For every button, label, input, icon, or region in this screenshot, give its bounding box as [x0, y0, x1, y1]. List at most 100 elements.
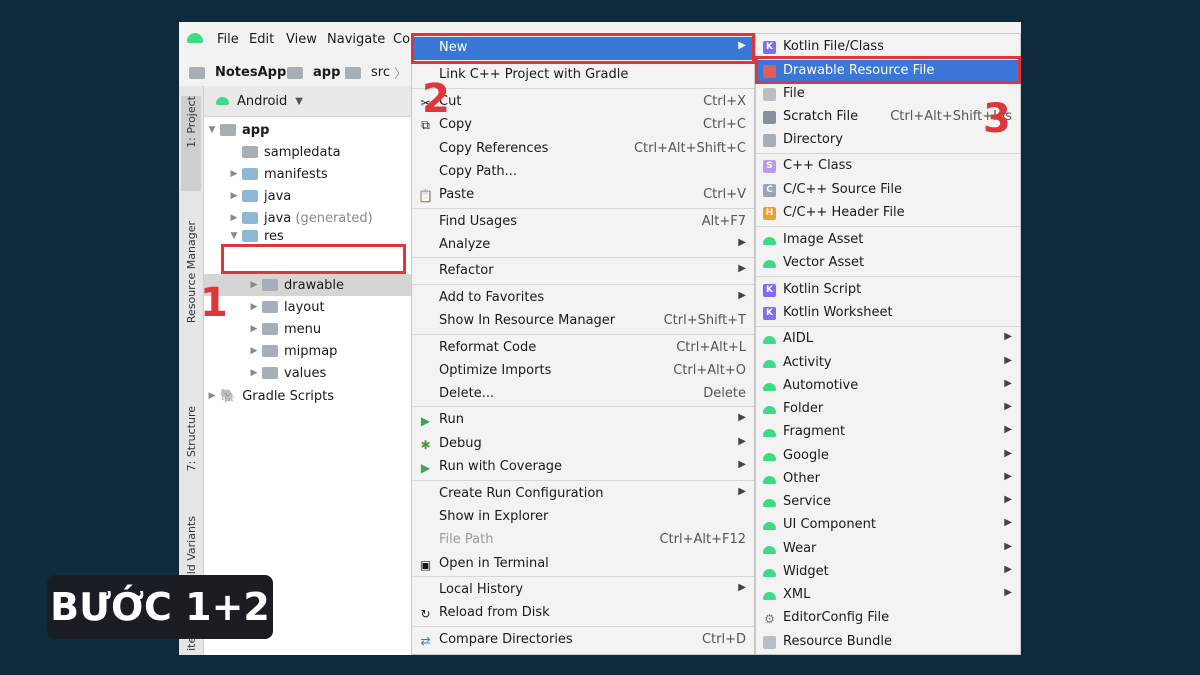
new-submenu-item[interactable]: Directory — [756, 129, 1020, 152]
menu-view[interactable]: View — [286, 32, 317, 47]
file-type-icon: S — [762, 159, 777, 174]
tab-structure[interactable]: 7: Structure — [181, 406, 201, 491]
submenu-arrow-icon: ▶ — [738, 436, 746, 447]
new-submenu-item[interactable]: XML ▶ — [756, 584, 1020, 607]
submenu-arrow-icon: ▶ — [738, 290, 746, 301]
menu-code[interactable]: Co — [393, 32, 410, 47]
context-menu-item[interactable]: Link C++ Project with Gradle — [412, 64, 754, 87]
new-submenu-item[interactable]: AIDL ▶ — [756, 328, 1020, 351]
step-number-3: 3 — [983, 96, 1011, 142]
menu-edit[interactable]: Edit — [249, 32, 274, 47]
context-menu-item[interactable]: ▶ Run with Coverage ▶ — [412, 456, 754, 479]
context-menu-item[interactable]: ⧉ Copy Ctrl+C — [412, 114, 754, 137]
collapsed-arrow-icon: ▶ — [250, 346, 258, 356]
menu-item-label: XML — [783, 587, 811, 602]
annotation-box-drawable-resource-file — [755, 56, 1021, 84]
context-menu-item[interactable]: Show in Explorer — [412, 506, 754, 529]
folder-icon — [262, 323, 278, 335]
tree-node-gradle-scripts[interactable]: ▶ 🐘 Gradle Scripts — [204, 385, 335, 407]
context-menu-item[interactable]: Analyze ▶ — [412, 234, 754, 257]
submenu-arrow-icon: ▶ — [1004, 424, 1012, 435]
menu-item-label: C++ Class — [783, 158, 853, 173]
new-submenu-item[interactable]: Scratch File Ctrl+Alt+Shift+Ins — [756, 106, 1020, 129]
menu-file[interactable]: File — [217, 32, 239, 47]
context-menu-item[interactable]: ✱ Debug ▶ — [412, 433, 754, 456]
collapsed-arrow-icon: ▶ — [230, 213, 238, 223]
tree-node-res[interactable]: ▼ res — [226, 229, 284, 243]
context-menu-item[interactable]: Local History ▶ — [412, 579, 754, 602]
new-submenu-item[interactable]: Activity ▶ — [756, 352, 1020, 375]
new-submenu-item[interactable]: Automotive ▶ — [756, 375, 1020, 398]
breadcrumb-src[interactable]: src 〉 — [345, 63, 407, 82]
new-submenu-item[interactable]: Other ▶ — [756, 468, 1020, 491]
new-submenu-item[interactable]: File — [756, 83, 1020, 106]
menu-item-icon — [418, 487, 433, 502]
tree-node-drawable[interactable]: ▶ drawable — [204, 274, 412, 296]
tree-node-sampledata[interactable]: sampledata — [226, 141, 341, 163]
context-menu-item[interactable]: Refactor ▶ — [412, 260, 754, 283]
new-submenu-item[interactable]: Service ▶ — [756, 491, 1020, 514]
new-submenu-item[interactable]: Image Asset — [756, 229, 1020, 252]
new-submenu-item[interactable]: Wear ▶ — [756, 538, 1020, 561]
menu-item-label: Folder — [783, 401, 824, 416]
collapsed-arrow-icon: ▶ — [208, 391, 216, 401]
context-menu-item[interactable]: Delete... Delete — [412, 383, 754, 406]
new-submenu-item[interactable]: Widget ▶ — [756, 561, 1020, 584]
new-submenu-item[interactable]: H C/C++ Header File — [756, 202, 1020, 225]
context-menu-item[interactable]: ⇄ Compare Directories Ctrl+D — [412, 629, 754, 652]
tree-node-values[interactable]: ▶ values — [246, 362, 327, 384]
context-menu-item[interactable]: 📋 Paste Ctrl+V — [412, 184, 754, 207]
tree-node-layout[interactable]: ▶ layout — [246, 296, 325, 318]
new-submenu-item[interactable]: Folder ▶ — [756, 398, 1020, 421]
menu-item-icon — [418, 291, 433, 306]
tree-node-mipmap[interactable]: ▶ mipmap — [246, 340, 338, 362]
new-submenu-item[interactable]: ⚙ EditorConfig File — [756, 607, 1020, 630]
tree-node-label: drawable — [284, 277, 345, 293]
new-submenu-item[interactable]: Vector Asset — [756, 252, 1020, 275]
menu-navigate[interactable]: Navigate — [327, 32, 385, 47]
project-view-selector[interactable]: Android ▼ — [204, 86, 412, 117]
context-menu-item[interactable]: Copy Path... — [412, 161, 754, 184]
submenu-arrow-icon: ▶ — [738, 263, 746, 274]
context-menu-item[interactable]: ▶ Run ▶ — [412, 409, 754, 432]
tree-node-manifests[interactable]: ▶ manifests — [226, 163, 328, 185]
tree-node-java-generated[interactable]: ▶ java (generated) — [226, 207, 373, 229]
new-submenu-item[interactable]: S C++ Class — [756, 155, 1020, 178]
context-menu-item[interactable]: ✂ Cut Ctrl+X — [412, 91, 754, 114]
tree-node-app[interactable]: ▼ app — [204, 119, 412, 141]
tree-node-java[interactable]: ▶ java — [226, 185, 292, 207]
context-menu-item[interactable]: Show In Resource Manager Ctrl+Shift+T — [412, 310, 754, 333]
context-menu-item[interactable]: Reformat Code Ctrl+Alt+L — [412, 337, 754, 360]
android-icon — [216, 94, 229, 109]
new-submenu-item[interactable]: Google ▶ — [756, 445, 1020, 468]
context-menu-item[interactable]: ↻ Reload from Disk — [412, 602, 754, 625]
annotation-box-new — [411, 33, 755, 64]
context-menu-item[interactable]: Copy References Ctrl+Alt+Shift+C — [412, 138, 754, 161]
context-menu-item[interactable]: Optimize Imports Ctrl+Alt+O — [412, 360, 754, 383]
context-menu-item[interactable]: ▣ Open in Terminal — [412, 553, 754, 576]
new-submenu-item[interactable]: K Kotlin Script — [756, 279, 1020, 302]
context-menu-item[interactable]: Create Run Configuration ▶ — [412, 483, 754, 506]
file-type-icon: C — [762, 183, 777, 198]
tab-resource-manager[interactable]: Resource Manager — [181, 221, 201, 346]
menu-item-label: Image Asset — [783, 232, 864, 247]
tab-project[interactable]: 1: Project — [181, 96, 201, 191]
new-submenu-item[interactable]: Resource Bundle — [756, 631, 1020, 654]
new-submenu-item[interactable]: Fragment ▶ — [756, 421, 1020, 444]
menu-item-icon: ↻ — [420, 606, 431, 621]
step-number-1: 1 — [200, 280, 228, 326]
new-submenu-item[interactable]: C C/C++ Source File — [756, 179, 1020, 202]
file-type-icon — [762, 356, 777, 371]
context-menu-item[interactable]: Add to Favorites ▶ — [412, 287, 754, 310]
file-type-icon — [762, 635, 777, 650]
tree-node-menu[interactable]: ▶ menu — [246, 318, 322, 340]
menu-item-shortcut: Ctrl+V — [703, 187, 746, 202]
new-submenu-item[interactable]: UI Component ▶ — [756, 514, 1020, 537]
new-submenu-item[interactable]: K Kotlin Worksheet — [756, 302, 1020, 325]
project-view-mode: Android — [237, 93, 288, 109]
context-menu-item[interactable]: Find Usages Alt+F7 — [412, 211, 754, 234]
context-menu-item[interactable]: File Path Ctrl+Alt+F12 — [412, 529, 754, 552]
menu-item-label: AIDL — [783, 331, 813, 346]
submenu-arrow-icon: ▶ — [738, 237, 746, 248]
menu-item-label: Compare Directories — [439, 632, 573, 647]
